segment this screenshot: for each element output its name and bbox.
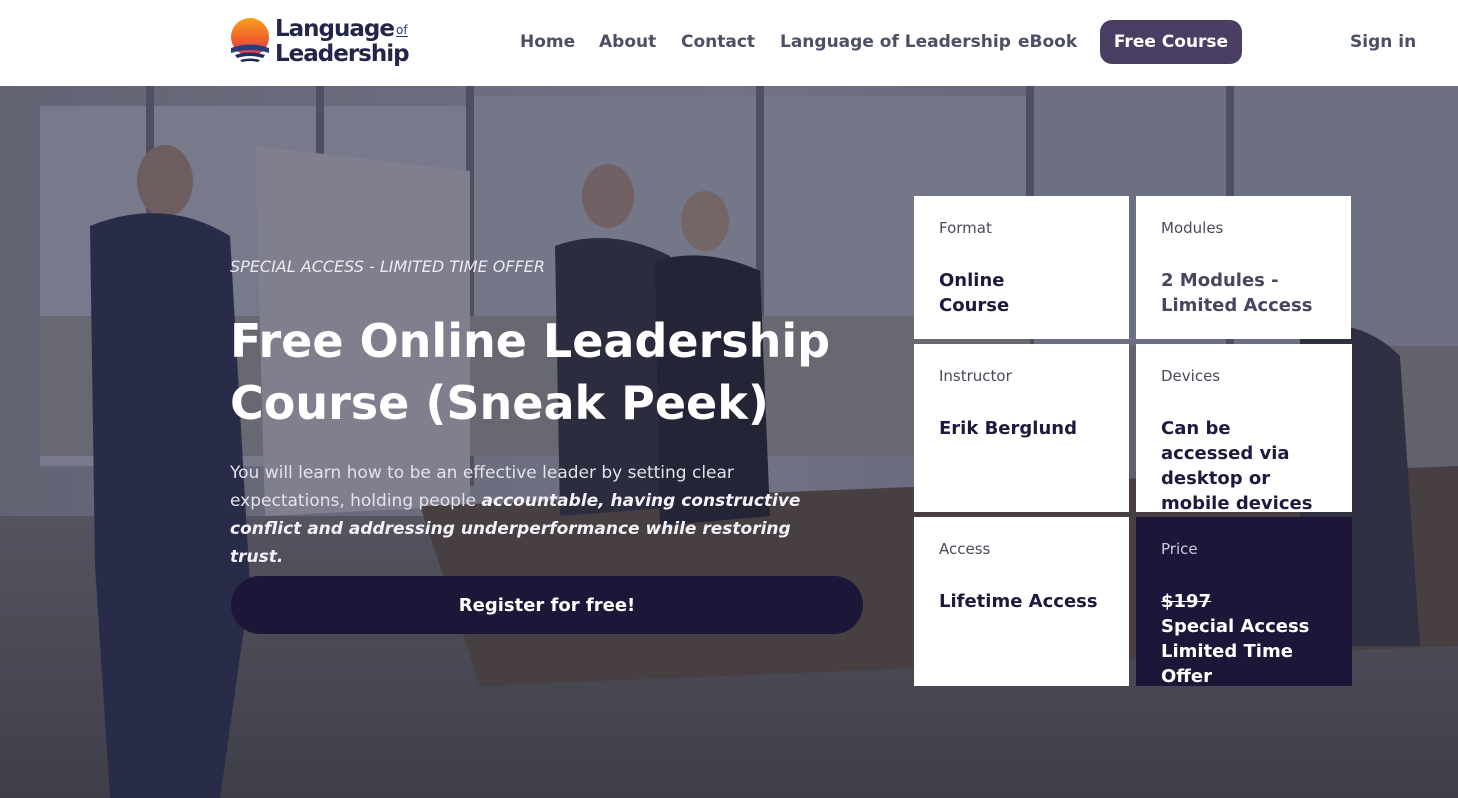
register-button[interactable]: Register for free! [231, 576, 863, 634]
nav-ebook[interactable]: eBook [1018, 31, 1077, 53]
nav-contact[interactable]: Contact [681, 31, 755, 53]
offer-line2: Limited Time Offer [1161, 641, 1293, 687]
original-price: $197 [1161, 591, 1212, 612]
instructor-value: Erik Berglund [939, 418, 1077, 439]
instructor-card: Instructor Erik Berglund [914, 344, 1129, 512]
price-label: Price [1161, 540, 1198, 558]
sunrise-logo-icon [231, 18, 269, 62]
instructor-label: Instructor [939, 367, 1012, 385]
modules-card: Modules 2 Modules - Limited Access [1136, 196, 1351, 339]
nav-language-of-leadership[interactable]: Language of Leadership [780, 31, 1011, 53]
hero-title: Free Online Leadership Course (Sneak Pee… [230, 314, 831, 430]
format-value: Online Course [939, 270, 1010, 316]
access-label: Access [939, 540, 991, 558]
devices-label: Devices [1161, 367, 1221, 385]
format-label: Format [939, 219, 992, 237]
logo-line1: Language [275, 16, 395, 42]
site-logo[interactable]: Language of Leadership [230, 16, 414, 68]
nav-about[interactable]: About [599, 31, 656, 53]
site-header: Language of Leadership Home About Contac… [0, 0, 1458, 86]
access-card: Access Lifetime Access [914, 517, 1129, 686]
modules-value: 2 Modules - Limited Access [1161, 270, 1313, 316]
offer-eyebrow: SPECIAL ACCESS - LIMITED TIME OFFER [230, 257, 545, 276]
price-value: $197 Special Access Limited Time Offer [1161, 589, 1327, 689]
devices-value: Can be accessed via desktop or mobile de… [1161, 418, 1313, 514]
free-course-button[interactable]: Free Course [1100, 20, 1242, 64]
access-value: Lifetime Access [939, 591, 1098, 612]
hero-description: You will learn how to be an effective le… [230, 459, 840, 571]
hero-section: SPECIAL ACCESS - LIMITED TIME OFFER Free… [0, 86, 1458, 798]
format-card: Format Online Course [914, 196, 1129, 339]
sign-in-link[interactable]: Sign in [1350, 31, 1416, 53]
logo-line2: Leadership [275, 41, 410, 67]
modules-label: Modules [1161, 219, 1224, 237]
logo-of: of [396, 23, 408, 37]
devices-card: Devices Can be accessed via desktop or m… [1136, 344, 1352, 514]
offer-line1: Special Access [1161, 616, 1310, 637]
price-card: Price $197 Special Access Limited Time O… [1136, 517, 1352, 689]
nav-home[interactable]: Home [520, 31, 575, 53]
